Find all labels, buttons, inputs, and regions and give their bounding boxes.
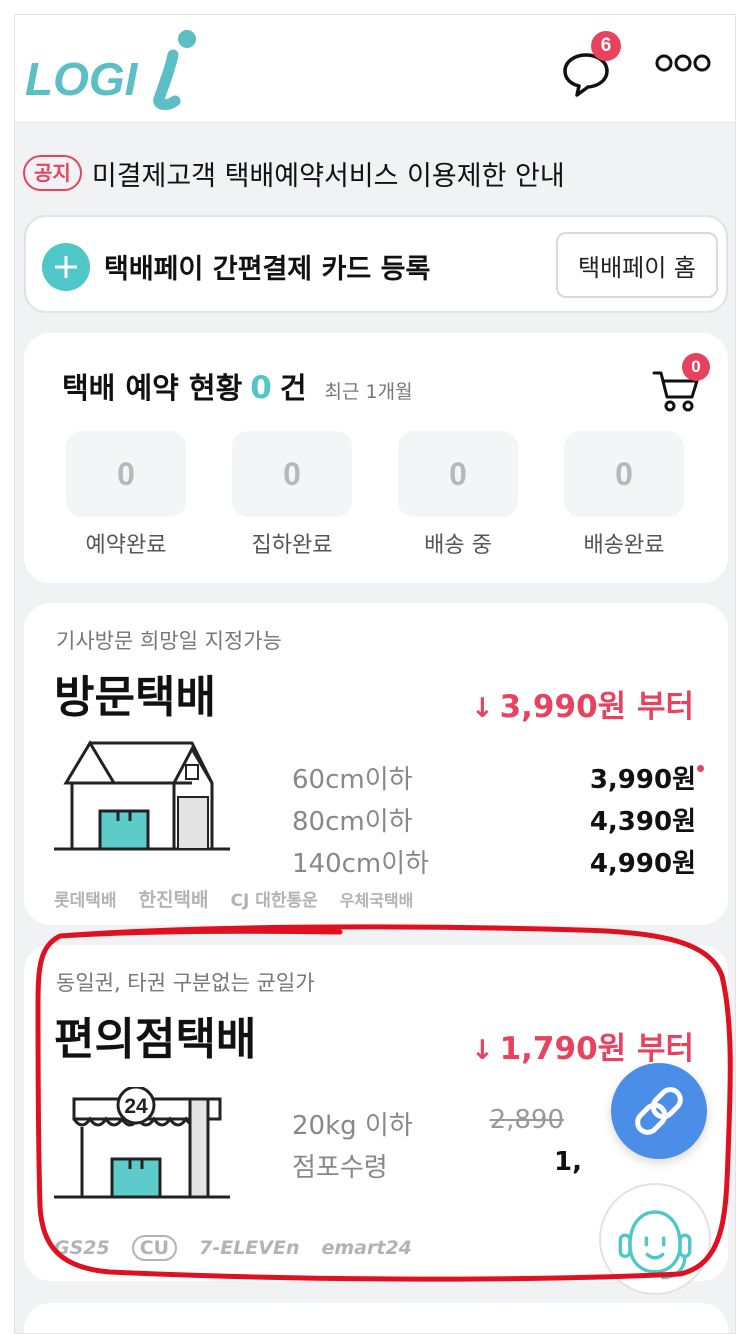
- status-count-unit: 건: [279, 371, 307, 405]
- conv-from-price: ↓ 1,790원 부터: [471, 1023, 694, 1068]
- weight-label: 20kg 이하: [292, 1111, 413, 1141]
- status-period: 최근 1개월: [324, 381, 413, 403]
- house-icon: [54, 740, 230, 851]
- size-label: 140cm이하: [292, 849, 430, 879]
- logi-logo[interactable]: LOGI: [23, 25, 203, 111]
- visit-from-price-text: 3,990원 부터: [499, 689, 694, 725]
- price-row: 80cm이하 4,390원: [292, 801, 696, 841]
- stat-value: 0: [564, 431, 684, 517]
- carrier-logo: 롯데택배: [54, 891, 117, 911]
- link-icon: [635, 1087, 683, 1135]
- stat-label: 예약완료: [85, 533, 167, 558]
- store-logo: 7-ELEVEn: [199, 1237, 300, 1259]
- original-price: 2,890: [489, 1105, 564, 1135]
- conv-from-price-text: 1,790원 부터: [499, 1031, 694, 1067]
- conv-title: 편의점택배: [54, 1014, 257, 1065]
- conv-subtitle: 동일권, 타권 구분없는 균일가: [56, 971, 315, 995]
- paybar-label: 택배페이 간편결제 카드 등록: [104, 254, 431, 285]
- store-logo: GS25: [54, 1237, 110, 1259]
- stat-delivered[interactable]: 0 배송완료: [564, 431, 684, 559]
- size-label: 60cm이하: [292, 765, 413, 795]
- svg-text:LOGI: LOGI: [25, 53, 139, 105]
- down-arrow-icon: ↓: [470, 1035, 494, 1066]
- discount-price: 1,: [554, 1147, 582, 1177]
- notice-tag: 공지: [23, 155, 82, 191]
- stat-in-transit[interactable]: 0 배송 중: [398, 431, 518, 559]
- carrier-logo: 한진택배: [138, 889, 209, 911]
- stat-label: 배송완료: [583, 533, 665, 558]
- size-label: 80cm이하: [292, 807, 413, 837]
- stat-value: 0: [66, 431, 186, 517]
- link-share-button[interactable]: [611, 1063, 707, 1159]
- stat-picked-up[interactable]: 0 집하완료: [232, 431, 352, 559]
- chat-count-badge: 6: [591, 31, 621, 61]
- visit-title: 방문택배: [54, 672, 216, 723]
- notice-text: 미결제고객 택배예약서비스 이용제한 안내: [91, 160, 565, 192]
- paybar-home-button[interactable]: 택배페이 홈: [556, 232, 718, 298]
- stat-label: 집하완료: [251, 533, 333, 558]
- cart-count-badge: 0: [682, 353, 710, 381]
- down-arrow-icon: ↓: [470, 693, 494, 724]
- size-price: 4,390원: [589, 807, 696, 837]
- status-title: 택배 예약 현황 0 건 최근 1개월: [62, 365, 413, 407]
- paybar-card-register[interactable]: 택배페이 간편결제 카드 등록 택배페이 홈: [24, 215, 728, 313]
- price-row: 140cm이하 4,990원: [292, 843, 696, 883]
- stat-value: 0: [398, 431, 518, 517]
- reservation-status-card: 택배 예약 현황 0 건 최근 1개월 0 0 예약완료 0 집하완료 0 배송…: [24, 333, 728, 583]
- app-screen: LOGI 6 공지 미결제고객 택배예약서비스 이용제한 안내 택배페이 간편결…: [14, 14, 736, 1334]
- next-card-partial[interactable]: [24, 1303, 728, 1333]
- more-dots-icon[interactable]: [655, 51, 711, 75]
- visit-subtitle: 기사방문 희망일 지정가능: [56, 629, 282, 653]
- store-logo: emart24: [321, 1237, 412, 1259]
- size-price: 3,990원: [590, 759, 704, 796]
- carrier-logos: 롯데택배 한진택배 CJ 대한통운 우체국택배: [54, 885, 435, 912]
- store-logos: GS25 CU 7-ELEVEn emart24: [54, 1235, 434, 1261]
- pickup-label: 점포수령: [292, 1153, 388, 1183]
- plus-icon: [42, 243, 90, 291]
- status-count: 0: [250, 370, 272, 406]
- store-icon: 24: [54, 1087, 230, 1199]
- size-price: 4,990원: [589, 849, 696, 879]
- visit-from-price: ↓ 3,990원 부터: [471, 681, 694, 726]
- visit-parcel-card[interactable]: 기사방문 희망일 지정가능 방문택배 ↓ 3,990원 부터 60cm이하 3,9…: [24, 603, 728, 925]
- top-header: LOGI 6: [15, 15, 735, 123]
- carrier-logo: 우체국택배: [339, 890, 414, 910]
- chatbot-button[interactable]: [599, 1183, 711, 1295]
- notice-banner[interactable]: 공지 미결제고객 택배예약서비스 이용제한 안내: [23, 151, 565, 195]
- stat-label: 배송 중: [424, 533, 492, 558]
- store-logo: CU: [131, 1235, 178, 1261]
- price-row: 60cm이하 3,990원: [292, 759, 704, 799]
- stat-value: 0: [232, 431, 352, 517]
- carrier-logo: CJ 대한통운: [230, 891, 318, 911]
- stat-reserved[interactable]: 0 예약완료: [66, 431, 186, 559]
- svg-text:24: 24: [124, 1095, 148, 1118]
- chatbot-face-icon: [618, 1210, 692, 1280]
- status-title-label: 택배 예약 현황: [62, 371, 243, 405]
